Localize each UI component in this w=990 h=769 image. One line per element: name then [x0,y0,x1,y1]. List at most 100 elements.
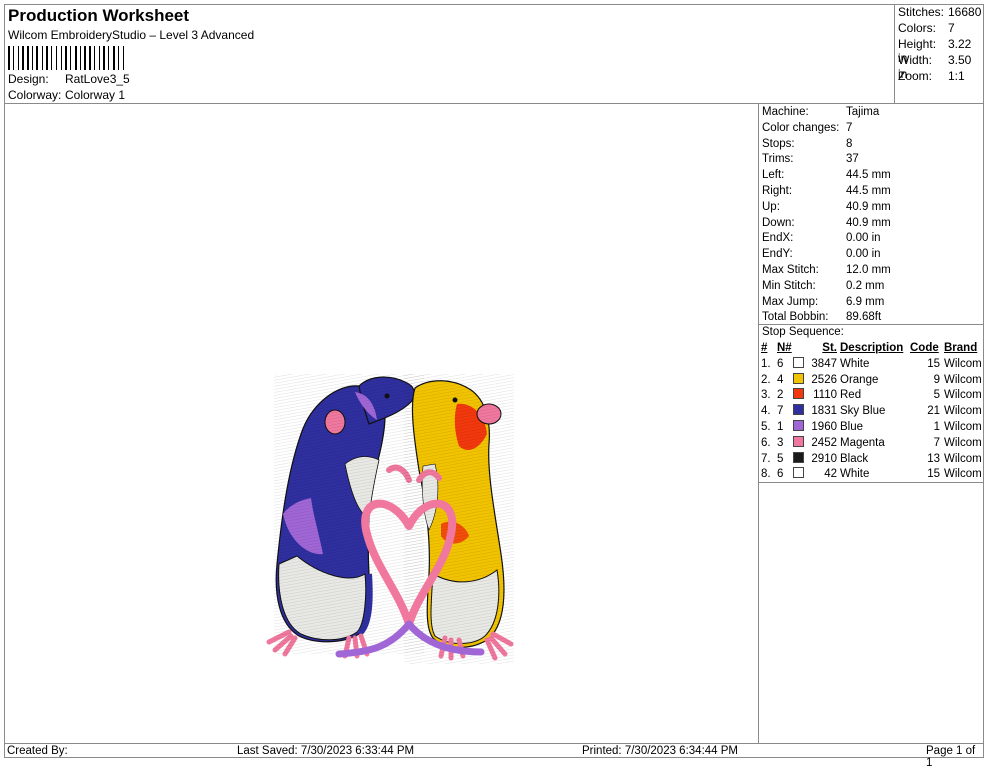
worksheet-footer: Created By: Last Saved: 7/30/2023 6:33:4… [4,743,984,769]
colorway-label: Colorway: [8,88,62,102]
info-value: Tajima [846,106,880,118]
row-swatch [793,419,807,436]
row-brand: Wilcom [944,436,982,449]
info-label: Machine: [762,106,809,118]
software-name: Wilcom EmbroideryStudio – Level 3 Advanc… [8,28,255,42]
info-row: Min Stitch: 0.2 mm [762,278,884,294]
row-swatch [793,356,807,373]
info-row: Right: 44.5 mm [762,183,891,199]
row-needle: 7 [777,405,784,418]
barcode-bar [108,46,109,70]
row-description: Blue [840,420,864,433]
info-label: Stops: [762,137,795,150]
col-code: Code [910,342,939,354]
row-stitches: 2910 [811,452,837,465]
row-brand: Wilcom [944,405,982,418]
row-seq: 5. [761,420,771,433]
info-row: Up: 40.9 mm [762,199,891,215]
barcode [8,46,124,70]
row-description: Orange [840,373,879,386]
stat-label: Zoom: [898,69,933,83]
row-code: 7 [933,436,940,449]
table-row: 3. 2 1110 Red 5 Wilcom [761,388,984,404]
table-row: 7. 5 2910 Black 13 Wilcom [761,451,984,468]
row-description: Magenta [840,436,885,449]
color-swatch [793,467,804,479]
barcode-bar [56,46,57,70]
info-row: Machine: Tajima [762,104,879,120]
stat-label: Height: [898,37,937,51]
info-row: Max Jump: 6.9 mm [762,294,884,310]
col-brand: Brand [944,342,978,354]
row-brand: Wilcom [944,468,982,481]
design-row: Design: RatLove3_5 [8,72,130,86]
info-row: Max Stitch: 12.0 mm [762,262,891,278]
info-label: Color changes: [762,121,840,134]
info-label: Up: [762,200,780,213]
info-value: 37 [846,153,859,166]
row-swatch [793,372,807,389]
color-swatch [793,435,804,447]
col-stitches: St. [822,342,837,354]
row-needle: 1 [777,420,784,433]
barcode-bar [80,46,81,70]
row-description: Red [840,389,862,402]
stop-sequence-table: # N# St. Description Code Brand 1. 6 3847 W… [761,341,984,483]
table-row: 1. 6 3847 White 15 Wilcom [761,356,984,373]
info-row: EndX: 0.00 in [762,230,881,246]
colorway-name: Colorway 1 [65,88,126,102]
row-swatch [793,388,807,404]
row-stitches: 42 [824,468,837,481]
table-row: 4. 7 1831 Sky Blue 21 Wilcom [761,404,984,420]
row-needle: 3 [777,436,784,449]
worksheet-header: Production Worksheet Wilcom EmbroiderySt… [4,4,895,104]
barcode-bar [27,46,29,70]
divider [759,482,984,483]
row-seq: 3. [761,389,771,402]
table-row: 8. 6 42 White 15 Wilcom [761,467,984,483]
info-row: Color changes: 7 [762,120,852,136]
stop-sequence-title: Stop Sequence: [762,326,844,338]
colorway-row: Colorway: Colorway 1 [8,88,125,102]
barcode-bar [89,46,91,70]
info-value: 12.0 mm [846,264,891,276]
color-swatch [793,372,804,384]
barcode-bar [75,46,77,70]
col-description: Description [840,342,904,354]
stat-colors: Colors: 7 [898,21,955,35]
row-description: White [840,357,870,370]
info-value: 40.9 mm [846,200,891,213]
table-row: 2. 4 2526 Orange 9 Wilcom [761,372,984,389]
design-label: Design: [8,72,49,86]
color-swatch [793,388,804,400]
col-needle: N# [777,342,792,354]
row-seq: 7. [761,452,771,465]
col-swatch [793,341,807,357]
color-swatch [793,451,804,463]
barcode-bar [103,46,105,70]
info-label: Trims: [762,153,794,166]
info-label: Min Stitch: [762,279,816,292]
info-label: Max Stitch: [762,264,819,276]
barcode-bar [36,46,38,70]
barcode-bar [22,46,24,70]
info-label: Total Bobbin: [762,311,829,324]
info-row: Total Bobbin: 89.68ft [762,309,881,325]
row-stitches: 2526 [811,373,837,386]
info-label: EndX: [762,232,794,245]
info-row: EndY: 0.00 in [762,246,881,262]
row-stitches: 3847 [811,357,837,370]
row-code: 21 [927,405,940,418]
stat-label: Stitches: [898,5,945,19]
row-code: 15 [927,468,940,481]
row-seq: 2. [761,373,771,386]
row-brand: Wilcom [944,373,982,386]
row-code: 1 [933,420,940,433]
info-value: 7 [846,121,853,134]
row-swatch [793,467,807,483]
info-value: 8 [846,137,853,150]
color-swatch [793,419,804,431]
page-number: Page 1 of 1 [926,745,976,769]
barcode-bar [46,46,48,70]
row-code: 13 [927,452,940,465]
